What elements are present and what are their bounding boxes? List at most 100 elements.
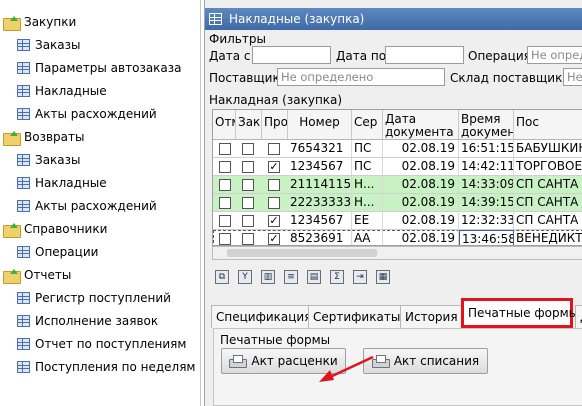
row-checkbox[interactable] xyxy=(242,233,254,245)
nav-item[interactable]: Заказы xyxy=(0,34,81,56)
cell-time[interactable]: 13:46:58 xyxy=(459,230,514,245)
tab[interactable]: Д xyxy=(575,305,582,328)
row-checkbox[interactable] xyxy=(219,143,231,155)
row-checkbox[interactable] xyxy=(268,179,280,191)
cell-date[interactable]: 02.08.19 xyxy=(383,194,459,211)
tab[interactable]: Сертификаты xyxy=(308,305,401,328)
tab[interactable]: Спецификация xyxy=(211,305,311,328)
print-preview-icon[interactable]: ▦ xyxy=(376,270,390,284)
horizontal-scrollbar[interactable] xyxy=(212,246,582,260)
cell-supplier[interactable]: ВЕНЕДИКТ xyxy=(514,230,582,245)
row-checkbox[interactable] xyxy=(242,143,254,155)
column-header[interactable]: Пос xyxy=(514,110,582,140)
nav-item[interactable]: Заказы xyxy=(0,149,81,171)
cell-date[interactable]: 02.08.19 xyxy=(383,176,459,193)
export-icon[interactable]: ⇥ xyxy=(353,270,367,284)
table-row[interactable]: ✓ 8523691 АА 02.08.19 13:46:58 ВЕНЕДИКТ xyxy=(213,230,582,245)
numbered-list-icon[interactable]: ≡ xyxy=(284,270,298,284)
cell-number[interactable]: 21114115 xyxy=(288,176,352,193)
column-header[interactable]: Сер xyxy=(352,110,383,140)
operation-field[interactable]: Не опред xyxy=(527,46,582,64)
row-checkbox[interactable] xyxy=(219,215,231,227)
table-row[interactable]: 22233333 Н... 02.08.19 14:39:15 СП САНТА xyxy=(213,194,582,212)
cell-number[interactable]: 22233333 xyxy=(288,194,352,211)
row-checkbox[interactable] xyxy=(268,143,280,155)
date-to-field[interactable] xyxy=(385,46,464,64)
nav-item[interactable]: Параметры автозаказа xyxy=(0,57,182,79)
cell-supplier[interactable]: СП САНТА xyxy=(514,194,582,211)
price-act-button[interactable]: Акт расценки xyxy=(221,348,346,374)
date-from-field[interactable] xyxy=(252,46,331,64)
table-row[interactable]: ✓ 1234567 ПС 02.08.19 14:42:11 ТОРГОВОЕ xyxy=(213,158,582,176)
nav-category[interactable]: Возвраты xyxy=(0,126,84,148)
row-checkbox[interactable] xyxy=(268,197,280,209)
nav-item[interactable]: Исполнение заявок xyxy=(0,310,158,332)
column-header[interactable]: Отм xyxy=(213,110,236,140)
supplier-field[interactable]: Не определено xyxy=(277,68,445,86)
cell-series[interactable]: Н... xyxy=(352,194,383,211)
sum-icon[interactable]: Σ xyxy=(330,270,344,284)
row-checkbox[interactable] xyxy=(242,215,254,227)
column-header[interactable]: Дата документа xyxy=(383,110,459,140)
row-checkbox[interactable] xyxy=(219,233,231,245)
row-checkbox[interactable]: ✓ xyxy=(268,215,280,227)
row-checkbox[interactable] xyxy=(219,179,231,191)
cell-supplier[interactable]: СП САНТА xyxy=(514,176,582,193)
cell-date[interactable]: 02.08.19 xyxy=(383,158,459,175)
writeoff-act-button[interactable]: Акт списания xyxy=(363,348,488,374)
cell-series[interactable]: ПС xyxy=(352,158,383,175)
column-header[interactable]: Время документ xyxy=(459,110,514,140)
column-header[interactable]: Номер xyxy=(288,110,352,140)
cell-time[interactable]: 14:39:15 xyxy=(459,194,514,211)
cell-time[interactable]: 14:42:11 xyxy=(459,158,514,175)
tab[interactable]: История xyxy=(400,305,462,328)
nav-item[interactable]: Поступления по неделям xyxy=(0,356,195,378)
cell-supplier[interactable]: ТОРГОВОЕ xyxy=(514,158,582,175)
cell-date[interactable]: 02.08.19 xyxy=(383,230,459,245)
cell-number[interactable]: 7654321 xyxy=(288,140,352,157)
scrollbar-thumb[interactable] xyxy=(227,249,377,257)
column-header[interactable]: Зак xyxy=(236,110,262,140)
cell-number[interactable]: 1234567 xyxy=(288,158,352,175)
nav-item[interactable]: Регистр поступлений xyxy=(0,287,171,309)
cell-supplier[interactable]: СП САНТА xyxy=(514,212,582,229)
cell-supplier[interactable]: БАБУШКИН xyxy=(514,140,582,157)
nav-item[interactable]: Отчет по поступлениям xyxy=(0,333,186,355)
cell-time[interactable]: 12:32:33 xyxy=(459,212,514,229)
table-row[interactable]: 21114115 Н... 02.08.19 14:33:09 СП САНТА xyxy=(213,176,582,194)
nav-category[interactable]: Закупки xyxy=(0,11,76,33)
cell-time[interactable]: 16:51:15 xyxy=(459,140,514,157)
cell-series[interactable]: ПС xyxy=(352,140,383,157)
filter-icon[interactable]: Y xyxy=(238,270,252,284)
column-header[interactable]: Про xyxy=(262,110,288,140)
nav-category[interactable]: Отчеты xyxy=(0,264,71,286)
cell-date[interactable]: 02.08.19 xyxy=(383,212,459,229)
row-checkbox[interactable] xyxy=(242,161,254,173)
table-row[interactable]: 7654321 ПС 02.08.19 16:51:15 БАБУШКИН xyxy=(213,140,582,158)
copy-icon[interactable]: ⧉ xyxy=(215,270,229,284)
cell-time[interactable]: 14:33:09 xyxy=(459,176,514,193)
cell-series[interactable]: Н... xyxy=(352,176,383,193)
cell-number[interactable]: 1234567 xyxy=(288,212,352,229)
add-column-icon[interactable]: ▤ xyxy=(307,270,321,284)
nav-item[interactable]: Акты расхождений xyxy=(0,103,157,125)
row-checkbox[interactable] xyxy=(242,179,254,191)
nav-item[interactable]: Акты расхождений xyxy=(0,195,157,217)
row-checkbox[interactable]: ✓ xyxy=(268,161,280,173)
cell-series[interactable]: АА xyxy=(352,230,383,245)
tab[interactable]: Печатные формы xyxy=(461,298,578,328)
cell-date[interactable]: 02.08.19 xyxy=(383,140,459,157)
warehouse-field[interactable]: Не xyxy=(563,68,582,86)
nav-category[interactable]: Справочники xyxy=(0,218,107,240)
row-checkbox[interactable] xyxy=(219,197,231,209)
row-checkbox[interactable] xyxy=(242,197,254,209)
row-checkbox[interactable] xyxy=(219,161,231,173)
cell-number[interactable]: 8523691 xyxy=(288,230,352,245)
nav-item[interactable]: Операции xyxy=(0,241,98,263)
cell-series[interactable]: ЕЕ xyxy=(352,212,383,229)
nav-item[interactable]: Накладные xyxy=(0,80,107,102)
table-row[interactable]: ✓ 1234567 ЕЕ 02.08.19 12:32:33 СП САНТА xyxy=(213,212,582,230)
nav-item[interactable]: Накладные xyxy=(0,172,107,194)
columns-icon[interactable]: ▥ xyxy=(261,270,275,284)
row-checkbox[interactable]: ✓ xyxy=(268,233,280,245)
